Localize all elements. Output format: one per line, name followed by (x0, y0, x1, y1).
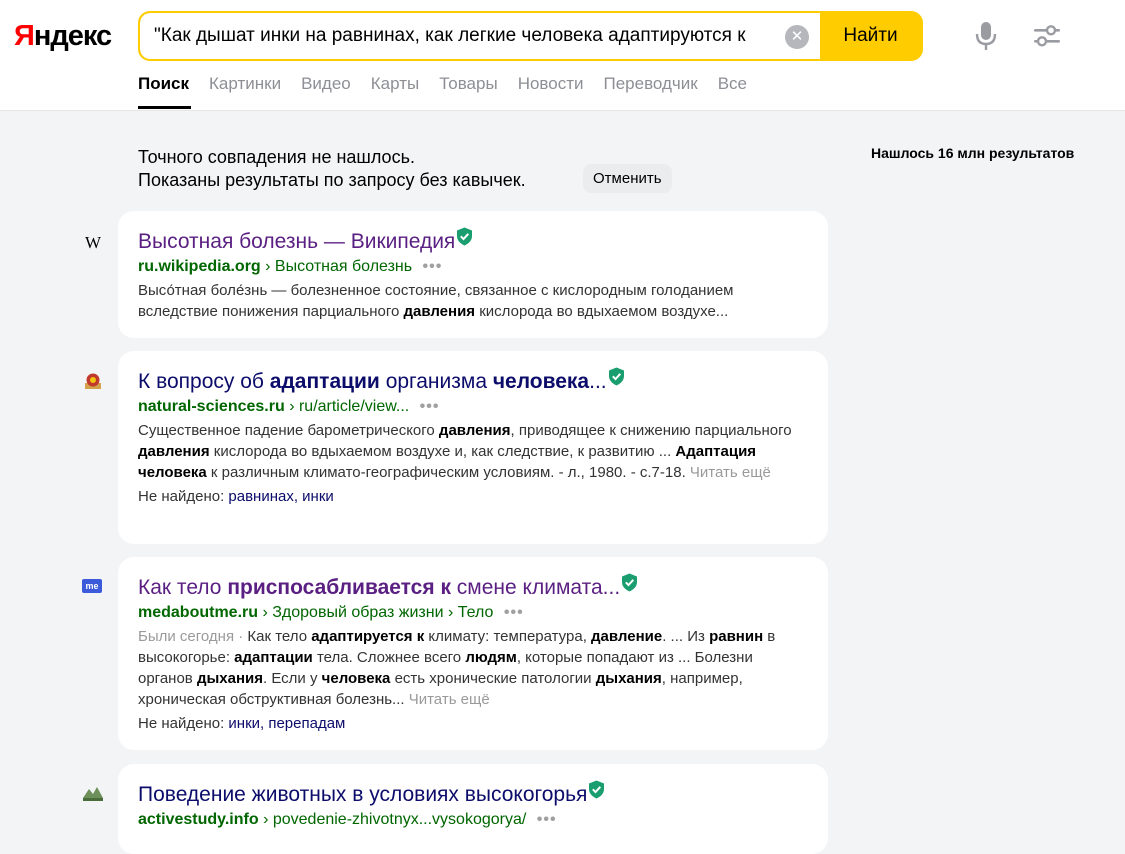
shield-check-icon (457, 227, 473, 246)
result-snippet: Высо́тная боле́знь — болезненное состоян… (138, 282, 734, 320)
not-found-terms: Не найдено: инки, перепадам (138, 715, 346, 732)
read-more-link[interactable]: Читать ещё (405, 691, 490, 708)
tab-all[interactable]: Все (718, 73, 747, 95)
search-result: К вопросу об адаптации организма человек… (118, 351, 828, 544)
not-found-words[interactable]: равнинах, инки (228, 488, 333, 505)
cancel-button[interactable]: Отменить (583, 164, 672, 193)
tab-search[interactable]: Поиск (138, 73, 189, 95)
active-tab-underline (138, 106, 191, 109)
shield-check-icon (622, 573, 638, 592)
result-url: ru.wikipedia.org › Высотная болезнь ••• (138, 256, 808, 277)
result-title-link[interactable]: К вопросу об адаптации организма человек… (138, 370, 607, 393)
not-found-terms: Не найдено: равнинах, инки (138, 488, 334, 505)
result-path-link[interactable]: › povedenie-zhivotnyx...vysokogorya/ (263, 811, 526, 828)
natural-sciences-favicon-icon (85, 373, 101, 389)
search-tabs: Поиск Картинки Видео Карты Товары Новост… (138, 73, 767, 95)
result-host-link[interactable]: activestudy.info (138, 811, 259, 828)
search-result: Как тело приспосабливается к смене клима… (118, 557, 828, 750)
tab-video[interactable]: Видео (301, 73, 351, 95)
notice-line-2: Показаны результаты по запросу без кавыч… (138, 170, 526, 190)
more-options-icon[interactable]: ••• (504, 604, 524, 621)
result-snippet: Были сегодня · Как тело адаптируется к к… (138, 628, 776, 708)
result-host-link[interactable]: ru.wikipedia.org (138, 258, 261, 275)
more-options-icon[interactable]: ••• (423, 258, 443, 275)
search-result: Поведение животных в условиях высокогорь… (118, 764, 828, 854)
shield-check-icon (608, 367, 624, 386)
header: Яндекс "Как дышат инки на равнинах, как … (0, 0, 1125, 111)
result-path-link[interactable]: › Высотная болезнь (265, 258, 412, 275)
result-url: natural-sciences.ru › ru/article/view...… (138, 396, 808, 417)
microphone-icon[interactable] (972, 21, 1000, 51)
search-result: Высотная болезнь — Википедия ru.wikipedi… (118, 211, 828, 338)
read-more-link[interactable]: Читать ещё (690, 464, 771, 481)
tab-products[interactable]: Товары (439, 73, 497, 95)
tab-news[interactable]: Новости (518, 73, 584, 95)
activestudy-favicon-icon (83, 787, 103, 801)
results-count: Нашлось 16 млн результатов (871, 145, 1075, 161)
search-button[interactable]: Найти (820, 13, 921, 59)
result-title-link[interactable]: Высотная болезнь — Википедия (138, 230, 455, 253)
result-snippet: Существенное падение барометрического да… (138, 422, 792, 481)
search-input[interactable]: "Как дышат инки на равнинах, как легкие … (140, 13, 820, 59)
notice-line-1: Точного совпадения не нашлось. (138, 147, 415, 167)
query-notice: Точного совпадения не нашлось. Показаны … (138, 146, 526, 192)
result-url: activestudy.info › povedenie-zhivotnyx..… (138, 809, 808, 830)
more-options-icon[interactable]: ••• (420, 398, 440, 415)
visited-today-label: Были сегодня · (138, 628, 248, 645)
wikipedia-favicon-icon: W (84, 233, 102, 252)
search-box: "Как дышат инки на равнинах, как легкие … (138, 11, 923, 61)
more-options-icon[interactable]: ••• (537, 811, 557, 828)
result-path-link[interactable]: › Здоровый образ жизни › Тело (262, 604, 493, 621)
tab-images[interactable]: Картинки (209, 73, 281, 95)
result-host-link[interactable]: natural-sciences.ru (138, 398, 285, 415)
result-title-link[interactable]: Поведение животных в условиях высокогорь… (138, 783, 587, 806)
result-host-link[interactable]: medaboutme.ru (138, 604, 258, 621)
clear-icon[interactable]: ✕ (785, 25, 809, 49)
shield-check-icon (589, 780, 605, 799)
tab-translator[interactable]: Переводчик (604, 73, 698, 95)
yandex-logo[interactable]: Яндекс (14, 16, 112, 56)
result-title-link[interactable]: Как тело приспосабливается к смене клима… (138, 576, 620, 599)
tab-maps[interactable]: Карты (371, 73, 419, 95)
sliders-icon[interactable] (1032, 22, 1062, 50)
medaboutme-favicon-icon: me (82, 579, 102, 593)
result-url: medaboutme.ru › Здоровый образ жизни › Т… (138, 602, 808, 623)
not-found-words[interactable]: инки, перепадам (228, 715, 345, 732)
result-path-link[interactable]: › ru/article/view... (289, 398, 409, 415)
